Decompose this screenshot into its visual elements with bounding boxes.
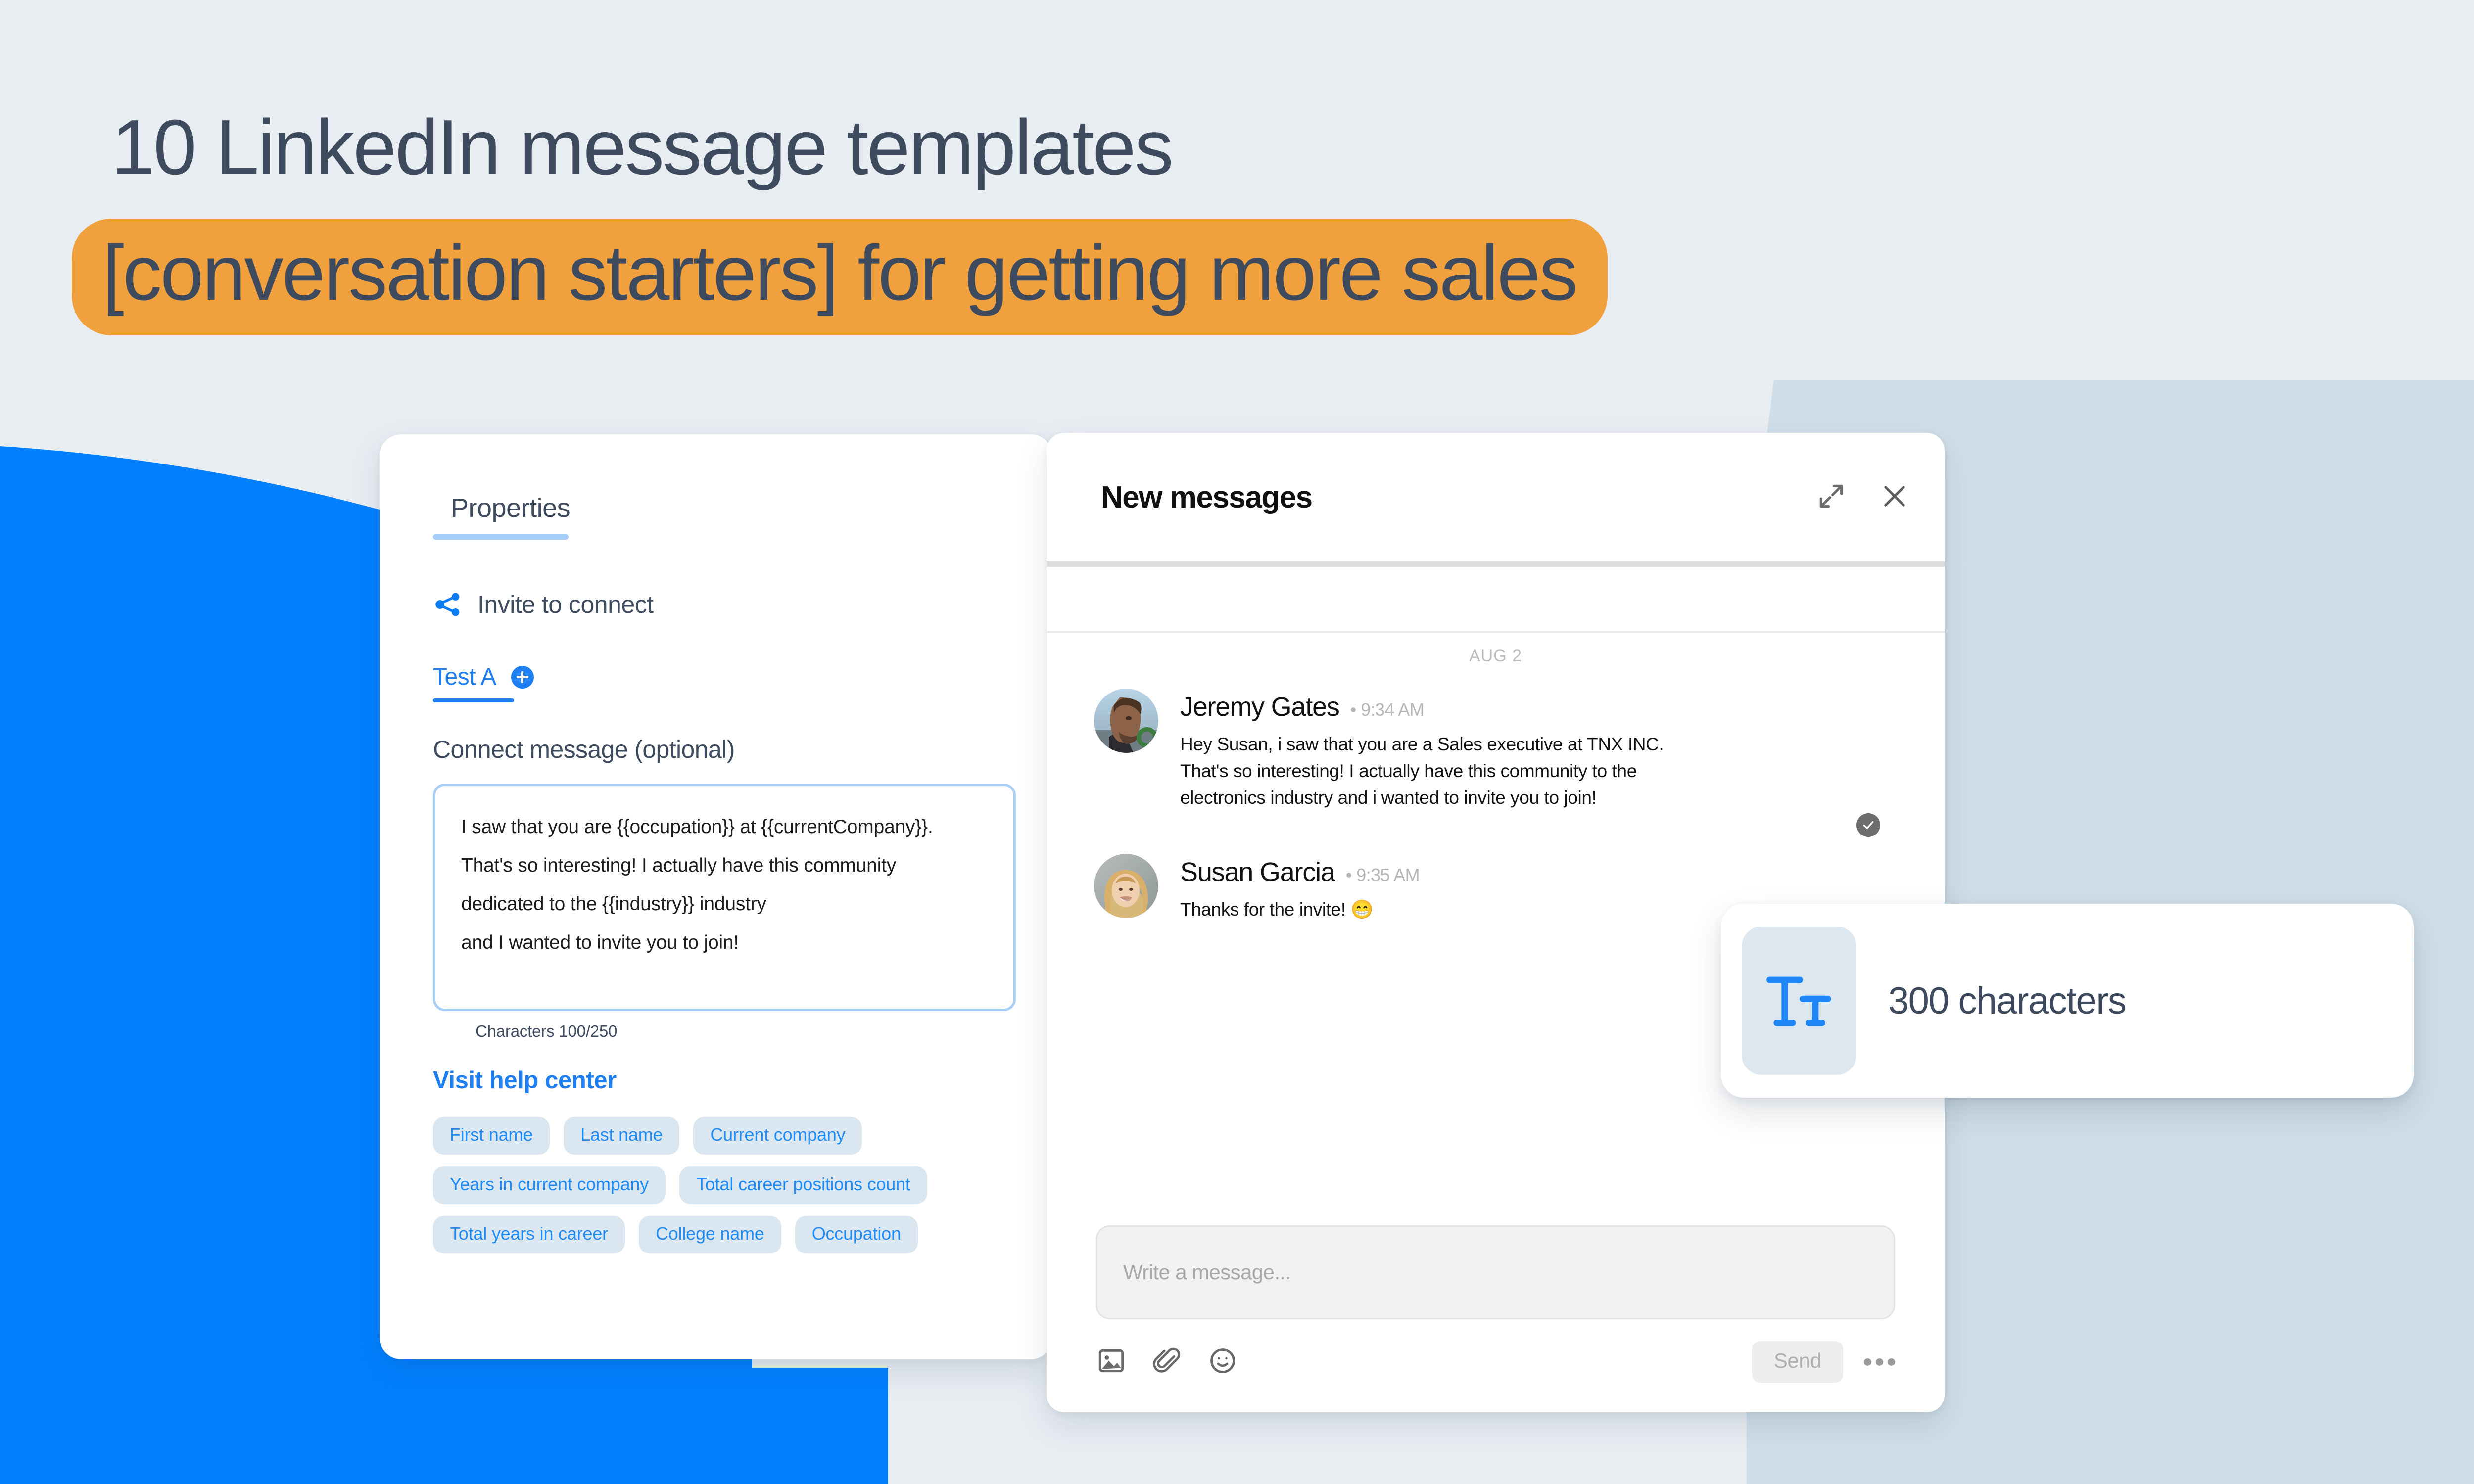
message-sender-name: Susan Garcia [1180, 857, 1335, 887]
share-icon [433, 590, 463, 619]
composer-toolbar: Send [1096, 1341, 1895, 1383]
avatar[interactable] [1094, 854, 1158, 918]
invite-to-connect-row[interactable]: Invite to connect [433, 590, 1052, 619]
chat-message: Jeremy Gates • 9:34 AM Hey Susan, i saw … [1047, 666, 1945, 837]
message-line-1: I saw that you are {{occupation}} at {{c… [461, 816, 933, 837]
visit-help-center-link[interactable]: Visit help center [433, 1067, 1052, 1094]
message-line-3: dedicated to the {{industry}} industry [461, 893, 766, 915]
headline-block: 10 LinkedIn message templates [conversat… [0, 99, 2425, 336]
chip-total-career-positions-count[interactable]: Total career positions count [679, 1166, 927, 1204]
send-button[interactable]: Send [1752, 1341, 1843, 1383]
message-sender-name: Jeremy Gates [1180, 692, 1340, 722]
tab-test-a[interactable]: Test A [433, 663, 496, 691]
character-counter: Characters 100/250 [476, 1022, 618, 1040]
tab-properties[interactable]: Properties [433, 493, 571, 540]
chip-occupation[interactable]: Occupation [795, 1216, 918, 1253]
message-text: Hey Susan, i saw that you are a Sales ex… [1180, 734, 1664, 808]
character-limit-callout: 300 characters [1721, 904, 2414, 1098]
tab-test-a-underline [433, 698, 514, 702]
presence-indicator-online [1137, 727, 1157, 748]
message-input[interactable]: Write a message... [1096, 1225, 1895, 1319]
properties-panel: Properties Invite to connect Test A Conn… [380, 434, 1052, 1359]
chat-header: New messages [1047, 433, 1945, 561]
message-input-placeholder: Write a message... [1123, 1260, 1291, 1284]
avatar[interactable] [1094, 689, 1158, 753]
close-icon[interactable] [1879, 481, 1910, 514]
more-horizontal-icon[interactable] [1864, 1358, 1895, 1366]
variant-tab-group: Test A [433, 663, 1052, 702]
message-timestamp: • 9:34 AM [1350, 699, 1425, 720]
chip-current-company[interactable]: Current company [693, 1117, 862, 1155]
connect-message-label: Connect message (optional) [433, 736, 735, 763]
message-line-4: and I wanted to invite you to join! [461, 932, 739, 953]
chat-header-actions [1816, 481, 1910, 514]
chip-last-name[interactable]: Last name [564, 1117, 680, 1155]
tab-properties-underline [433, 534, 569, 540]
message-timestamp: • 9:35 AM [1345, 865, 1420, 885]
header-divider [1047, 561, 1945, 567]
message-composer: Write a message... Send [1047, 1225, 1945, 1412]
character-limit-label: 300 characters [1888, 979, 2127, 1022]
chip-college-name[interactable]: College name [638, 1216, 781, 1253]
emoji-icon[interactable] [1208, 1346, 1237, 1378]
headline-line-1: 10 LinkedIn message templates [111, 104, 1174, 191]
image-icon[interactable] [1096, 1345, 1127, 1379]
message-line-2: That's so interesting! I actually have t… [461, 855, 897, 876]
text-size-icon [1742, 927, 1856, 1075]
variable-chip-list: First name Last name Current company Yea… [433, 1117, 1022, 1253]
headline-highlight-band: [conversation starters] for getting more… [72, 218, 1608, 336]
invite-to-connect-label: Invite to connect [477, 591, 654, 618]
chip-first-name[interactable]: First name [433, 1117, 550, 1155]
paperclip-icon[interactable] [1152, 1346, 1182, 1378]
avatar-image [1094, 854, 1158, 918]
date-separator: AUG 2 [1469, 647, 1522, 665]
recipient-field-area[interactable] [1047, 567, 1945, 631]
plus-circle-icon[interactable] [511, 665, 534, 689]
connect-message-textarea[interactable]: I saw that you are {{occupation}} at {{c… [433, 784, 1016, 1011]
expand-diagonal-icon[interactable] [1816, 481, 1847, 514]
chip-years-in-current-company[interactable]: Years in current company [433, 1166, 666, 1204]
message-text: Thanks for the invite! 😁 [1180, 899, 1374, 920]
tab-properties-label: Properties [451, 493, 571, 523]
chat-title: New messages [1101, 480, 1313, 514]
chip-total-years-in-career[interactable]: Total years in career [433, 1216, 625, 1253]
